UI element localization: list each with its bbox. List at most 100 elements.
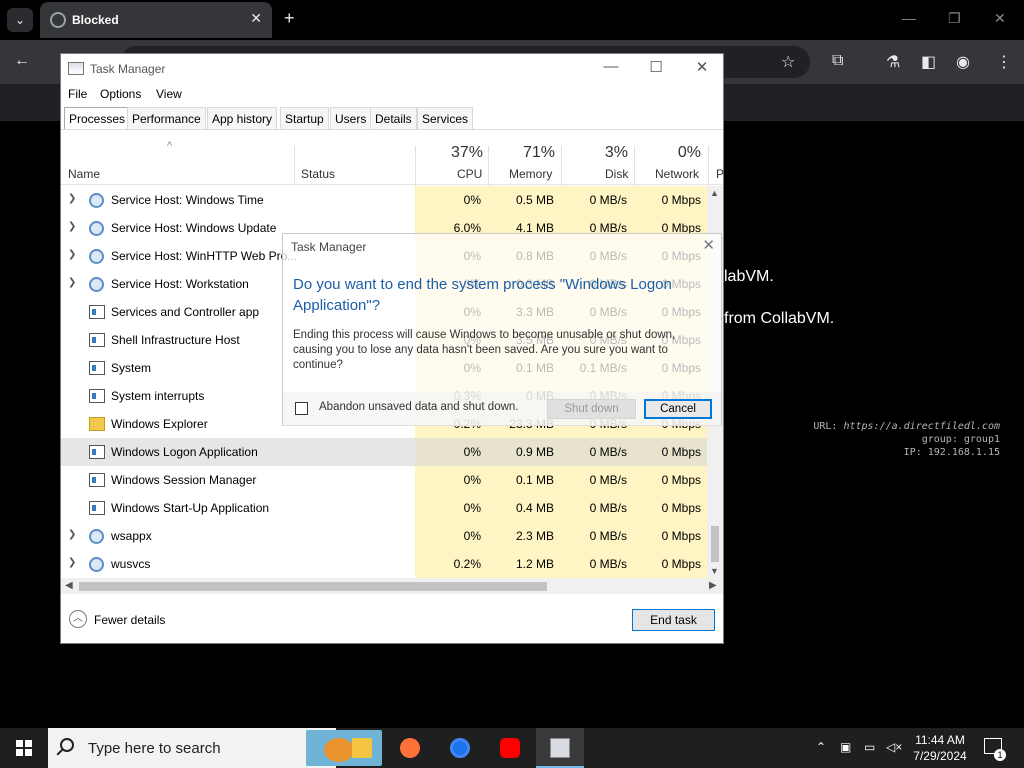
- side-panel-icon[interactable]: ◧: [921, 52, 936, 72]
- process-name: Windows Session Manager: [111, 473, 257, 487]
- column-separator: [488, 146, 489, 186]
- process-row[interactable]: ❯ wsappx 0% 2.3 MB 0 MB/s 0 Mbps: [61, 522, 707, 550]
- shut-down-button[interactable]: Shut down: [547, 399, 636, 419]
- volume-muted-icon[interactable]: ◁×: [886, 740, 902, 754]
- windows-start-icon[interactable]: [16, 740, 32, 756]
- menu-file[interactable]: File: [68, 87, 87, 101]
- tab-divider: [61, 129, 723, 130]
- app-process-icon: [89, 445, 105, 459]
- column-status[interactable]: Status: [301, 167, 335, 181]
- process-row[interactable]: ❯ Service Host: Windows Time 0% 0.5 MB 0 MB/…: [61, 186, 707, 214]
- scrollbar-thumb[interactable]: [711, 526, 719, 562]
- tab-startup[interactable]: Startup: [280, 107, 329, 129]
- cpu-total[interactable]: 37%: [421, 144, 483, 162]
- column-headers: ^ Name Status 37% CPU 71% Memory 3% Disk…: [61, 131, 724, 186]
- process-row[interactable]: Windows Start-Up Application 0% 0.4 MB 0 MB…: [61, 494, 707, 522]
- expand-chevron-icon[interactable]: ❯: [68, 249, 76, 260]
- process-memory: 0.5 MB: [515, 193, 554, 207]
- scroll-left-icon[interactable]: ◀: [65, 580, 73, 591]
- labs-flask-icon[interactable]: ⚗: [886, 52, 900, 72]
- back-arrow-icon[interactable]: ←: [14, 52, 30, 70]
- taskbar-task-manager[interactable]: [536, 728, 584, 768]
- end-process-dialog: Task Manager ✕ Do you want to end the sy…: [282, 233, 722, 426]
- process-row[interactable]: ❯ wusvcs 0.2% 1.2 MB 0 MB/s 0 Mbps: [61, 550, 707, 578]
- tab-search-button[interactable]: ⌄: [7, 8, 33, 32]
- disk-total[interactable]: 3%: [566, 144, 628, 162]
- column-memory[interactable]: Memory: [509, 167, 552, 181]
- end-task-button[interactable]: End task: [632, 609, 715, 631]
- vm-ip: IP: 192.168.1.15: [903, 447, 1000, 458]
- column-separator: [561, 146, 562, 186]
- new-tab-button[interactable]: +: [284, 8, 295, 29]
- taskbar-file-explorer[interactable]: [338, 728, 386, 768]
- tab-users[interactable]: Users: [330, 107, 372, 129]
- expand-chevron-icon[interactable]: ❯: [68, 557, 76, 568]
- scroll-right-icon[interactable]: ▶: [709, 580, 717, 591]
- tray-device-icon[interactable]: ▭: [864, 740, 875, 754]
- column-name[interactable]: Name: [68, 167, 100, 181]
- close-button[interactable]: ✕: [687, 58, 717, 76]
- dialog-message: Ending this process will cause Windows t…: [293, 329, 676, 371]
- taskbar-search-box[interactable]: Type here to search: [48, 728, 382, 768]
- network-icon[interactable]: ▣: [840, 740, 851, 754]
- network-total[interactable]: 0%: [639, 144, 701, 162]
- expand-chevron-icon[interactable]: ❯: [68, 221, 76, 232]
- scroll-down-icon[interactable]: ▼: [710, 566, 719, 576]
- process-network: 0 Mbps: [661, 473, 701, 487]
- scroll-up-icon[interactable]: ▲: [710, 188, 719, 198]
- browser-close-button[interactable]: ✕: [994, 10, 1006, 27]
- tab-bar: Processes Performance App history Startu…: [64, 107, 721, 130]
- extensions-icon[interactable]: ⧉: [832, 52, 843, 70]
- tab-performance[interactable]: Performance: [127, 107, 206, 129]
- process-row[interactable]: Windows Session Manager 0% 0.1 MB 0 MB/s 0 M…: [61, 466, 707, 494]
- tab-services[interactable]: Services: [417, 107, 474, 129]
- minimize-button[interactable]: —: [596, 58, 626, 75]
- expand-chevron-icon[interactable]: ❯: [68, 277, 76, 288]
- column-network[interactable]: Network: [655, 167, 699, 181]
- taskbar: Type here to search ⌃ ▣ ▭ ◁× 11:44 AM 7/…: [0, 728, 1024, 768]
- menu-options[interactable]: Options: [100, 87, 141, 101]
- star-icon[interactable]: ☆: [781, 52, 795, 72]
- expand-chevron-icon[interactable]: ❯: [68, 529, 76, 540]
- memory-total[interactable]: 71%: [493, 144, 555, 162]
- process-row[interactable]: Windows Logon Application 0% 0.9 MB 0 MB/s 0…: [61, 438, 707, 466]
- taskbar-firefox[interactable]: [386, 728, 434, 768]
- process-memory: 0.4 MB: [515, 501, 554, 515]
- vm-info-overlay: URL: https://a.directfiledl.com group: g…: [813, 420, 1000, 459]
- browser-tab[interactable]: Blocked ✕: [40, 2, 272, 38]
- process-name: Shell Infrastructure Host: [111, 333, 240, 347]
- taskbar-chrome[interactable]: [436, 728, 484, 768]
- taskbar-clock[interactable]: 11:44 AM 7/29/2024: [910, 732, 970, 764]
- vm-url-label: URL:: [813, 421, 844, 432]
- abandon-data-label[interactable]: Abandon unsaved data and shut down.: [319, 401, 519, 413]
- profile-icon[interactable]: ◉: [956, 52, 970, 72]
- tab-app-history[interactable]: App history: [207, 107, 278, 129]
- column-cpu[interactable]: CPU: [457, 167, 482, 181]
- abandon-data-checkbox[interactable]: [295, 402, 308, 415]
- column-disk[interactable]: Disk: [605, 167, 628, 181]
- task-manager-titlebar[interactable]: Task Manager — ☐ ✕: [61, 54, 723, 82]
- dialog-close-icon[interactable]: ✕: [702, 236, 715, 254]
- tab-details[interactable]: Details: [370, 107, 417, 129]
- tab-close-icon[interactable]: ✕: [250, 10, 262, 27]
- tab-strip: ⌄ Blocked ✕ + — ❐ ✕: [0, 0, 1024, 40]
- taskbar-youtube[interactable]: [486, 728, 534, 768]
- cancel-button[interactable]: Cancel: [644, 399, 712, 419]
- chevron-up-icon[interactable]: ︿: [69, 610, 87, 628]
- process-name: System interrupts: [111, 389, 205, 403]
- menu-dots-icon[interactable]: ⋮: [996, 52, 1012, 72]
- expand-chevron-icon[interactable]: ❯: [68, 193, 76, 204]
- browser-restore-button[interactable]: ❐: [948, 10, 961, 27]
- chevron-up-icon[interactable]: ⌃: [816, 740, 826, 754]
- process-name: Windows Explorer: [111, 417, 208, 431]
- scrollbar-thumb[interactable]: [79, 582, 547, 591]
- browser-minimize-button[interactable]: —: [902, 10, 916, 26]
- horizontal-scrollbar[interactable]: ◀ ▶: [61, 578, 723, 594]
- maximize-button[interactable]: ☐: [641, 58, 671, 76]
- process-cpu: 0%: [463, 445, 481, 459]
- menu-view[interactable]: View: [156, 87, 182, 101]
- column-power[interactable]: P: [716, 167, 724, 181]
- tab-processes[interactable]: Processes: [64, 107, 131, 130]
- notification-badge: 1: [994, 749, 1006, 761]
- fewer-details-link[interactable]: Fewer details: [94, 613, 165, 627]
